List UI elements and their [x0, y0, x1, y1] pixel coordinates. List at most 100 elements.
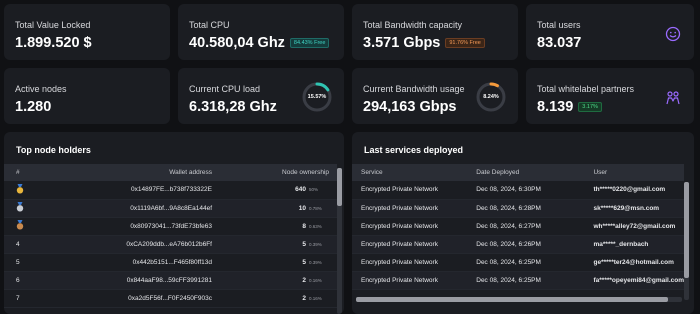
table-row[interactable]: 5 0x442b5151...F465f80ff13d 5 0.39%	[4, 253, 337, 272]
date-deployed: Dec 08, 2024, 6:28PM	[468, 199, 590, 218]
stat-value: 6.318,28 Ghz	[189, 99, 277, 115]
table-row[interactable]: 6 0x844aaF98...59cFF3991281 2 0.16%	[4, 271, 337, 290]
ownership-cell: 2 0.16%	[234, 289, 337, 308]
gauge-percent: 8.24%	[483, 94, 499, 100]
user-email: ge*****ter24@hotmail.com	[589, 253, 684, 272]
date-deployed: Dec 08, 2024, 6:25PM	[468, 253, 590, 272]
stat-card-cpu-load: Current CPU load 6.318,28 Ghz 15.57%	[178, 68, 344, 124]
stat-value: 1.280	[15, 99, 52, 115]
stat-value-row: 40.580,04 Ghz 84.43% Free	[189, 35, 330, 51]
top-node-holders-panel: Top node holders # Wallet address Node o…	[4, 132, 344, 314]
ownership-percent: 0.39%	[309, 241, 322, 247]
rank-number: 4	[16, 240, 20, 248]
table-row[interactable]: Encrypted Private Network Dec 08, 2024, 6…	[352, 253, 684, 272]
user-email: th*****0220@gmail.com	[589, 181, 684, 200]
date-deployed: Dec 08, 2024, 6:30PM	[468, 181, 590, 200]
smiley-icon	[665, 26, 681, 42]
user-email: fa*****opeyemi84@gmail.com	[589, 271, 684, 290]
table-row[interactable]: Encrypted Private Network Dec 08, 2024, 6…	[352, 217, 684, 236]
rank-number: 7	[16, 294, 20, 302]
wallet-address[interactable]: 0x442b5151...F465f80ff13d	[34, 253, 234, 272]
ownership-cell: 5 0.39%	[234, 235, 337, 254]
node-count: 8	[302, 222, 306, 230]
service-name: Encrypted Private Network	[352, 181, 469, 200]
stat-card-total-users: Total users 83.037	[526, 4, 694, 60]
table-row[interactable]: Encrypted Private Network Dec 08, 2024, 6…	[352, 235, 684, 254]
user-email: sk*****629@msn.com	[589, 199, 684, 218]
services-hscrollbar-track[interactable]	[356, 297, 682, 302]
holders-scrollbar-thumb[interactable]	[337, 168, 342, 206]
node-holders-table: # Wallet address Node ownership 0x14897F…	[4, 164, 337, 308]
wallet-address[interactable]: 0xa2d5F56f...F0F2450F903c	[34, 289, 234, 308]
stat-value: 83.037	[537, 35, 582, 51]
node-count: 640	[295, 186, 306, 194]
stat-value: 40.580,04 Ghz	[189, 35, 285, 51]
stat-card-bandwidth-usage: Current Bandwidth usage 294,163 Gbps 8.2…	[352, 68, 518, 124]
table-header-row: Service Date Deployed User	[352, 164, 684, 181]
column-header-wallet: Wallet address	[34, 164, 234, 181]
table-row[interactable]: 0x1119A6bf...9A8c8Ea144ef 10 0.78%	[4, 199, 337, 218]
column-header-service: Service	[352, 164, 469, 181]
services-scrollbar-track[interactable]	[684, 182, 689, 300]
rank-cell: 5	[4, 253, 34, 272]
service-name: Encrypted Private Network	[352, 199, 469, 218]
ownership-percent: 0.16%	[309, 277, 322, 283]
stat-label: Total Value Locked	[15, 20, 91, 30]
stat-label: Current Bandwidth usage	[363, 84, 465, 94]
bandwidth-usage-gauge: 8.24%	[475, 81, 507, 113]
table-row[interactable]: 7 0xa2d5F56f...F0F2450F903c 2 0.16%	[4, 289, 337, 308]
stat-card-whitelabel-partners: Total whitelabel partners 8.139 3.17%	[526, 68, 694, 124]
wallet-address[interactable]: 0x80973041...73fdE73bfe63	[34, 217, 234, 236]
user-email: ma*****_dernbach	[589, 235, 684, 254]
stat-label: Total CPU	[189, 20, 230, 30]
rank-cell: 4	[4, 235, 34, 254]
service-name: Encrypted Private Network	[352, 253, 469, 272]
gauge-percent: 15.57%	[307, 94, 327, 100]
stat-label: Active nodes	[15, 84, 67, 94]
rank-number: 6	[16, 276, 20, 284]
date-deployed: Dec 08, 2024, 6:27PM	[468, 217, 590, 236]
stat-label: Total whitelabel partners	[537, 84, 635, 94]
stat-card-total-cpu: Total CPU 40.580,04 Ghz 84.43% Free	[178, 4, 344, 60]
date-deployed: Dec 08, 2024, 6:25PM	[468, 271, 590, 290]
ownership-cell: 10 0.78%	[234, 199, 337, 218]
services-hscrollbar-thumb[interactable]	[356, 297, 668, 302]
table-row[interactable]: 0x80973041...73fdE73bfe63 8 0.63%	[4, 217, 337, 236]
table-row[interactable]: Encrypted Private Network Dec 08, 2024, 6…	[352, 181, 684, 200]
stat-value: 294,163 Gbps	[363, 99, 457, 115]
table-row[interactable]: 4 0xCA209ddb...eA76b012b6Ff 5 0.39%	[4, 235, 337, 254]
wallet-address[interactable]: 0xCA209ddb...eA76b012b6Ff	[34, 235, 234, 254]
node-count: 5	[302, 258, 306, 266]
node-count: 5	[302, 240, 306, 248]
wallet-address[interactable]: 0x1119A6bf...9A8c8Ea144ef	[34, 199, 234, 218]
services-scrollbar-thumb[interactable]	[684, 182, 689, 278]
date-deployed: Dec 08, 2024, 6:26PM	[468, 235, 590, 254]
table-row[interactable]: 0x14897FE...b738f733322E 640 50%	[4, 181, 337, 200]
rank-cell	[4, 181, 34, 200]
ownership-percent: 0.16%	[309, 295, 322, 301]
column-header-user: User	[589, 164, 684, 181]
service-name: Encrypted Private Network	[352, 217, 469, 236]
table-header-row: # Wallet address Node ownership	[4, 164, 337, 181]
node-count: 2	[302, 294, 306, 302]
stat-value: 1.899.520 $	[15, 35, 92, 51]
service-name: Encrypted Private Network	[352, 235, 469, 254]
rank-cell: 6	[4, 271, 34, 290]
people-icon	[665, 90, 681, 106]
services-table: Service Date Deployed User Encrypted Pri…	[352, 164, 684, 290]
stat-value-row: 8.139 3.17%	[537, 99, 602, 115]
node-count: 2	[302, 276, 306, 284]
holders-scrollbar-track[interactable]	[337, 168, 342, 314]
stat-card-total-bandwidth: Total Bandwidth capacity 3.571 Gbps 91.76…	[352, 4, 518, 60]
bronze-medal-icon	[16, 220, 24, 232]
ownership-cell: 5 0.39%	[234, 253, 337, 272]
wallet-address[interactable]: 0x844aaF98...59cFF3991281	[34, 271, 234, 290]
column-header-rank: #	[4, 164, 34, 181]
user-email: wh*****alley72@gmail.com	[589, 217, 684, 236]
free-badge: 84.43% Free	[289, 38, 330, 48]
table-row[interactable]: Encrypted Private Network Dec 08, 2024, 6…	[352, 199, 684, 218]
wallet-address[interactable]: 0x14897FE...b738f733322E	[34, 181, 234, 200]
service-name: Encrypted Private Network	[352, 271, 469, 290]
table-row[interactable]: Encrypted Private Network Dec 08, 2024, 6…	[352, 271, 684, 290]
node-count: 10	[298, 204, 306, 212]
